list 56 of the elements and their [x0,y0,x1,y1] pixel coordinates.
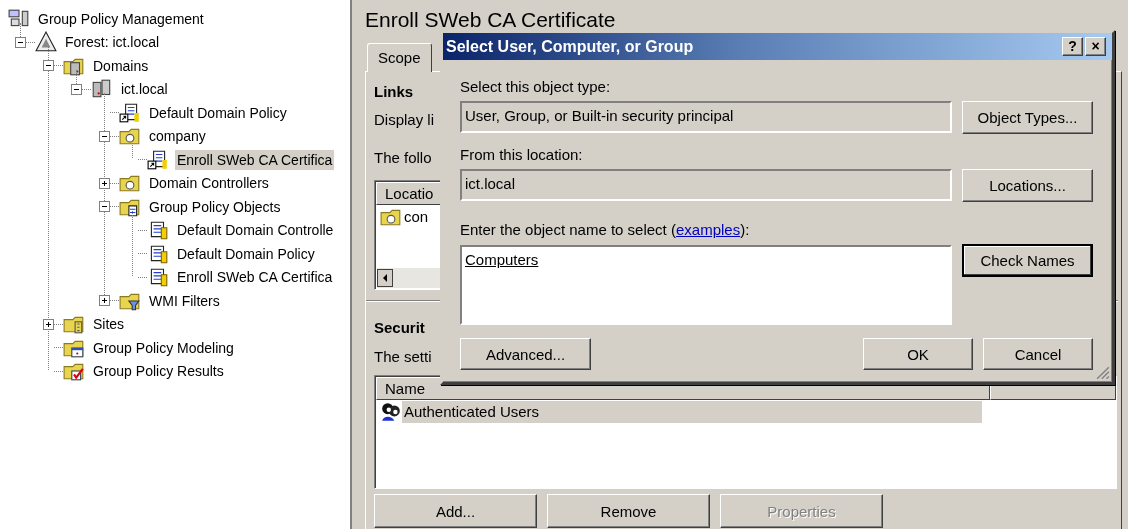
expand-toggle[interactable] [43,318,54,330]
collapse-toggle[interactable] [99,130,110,142]
users-icon [380,401,402,423]
button[interactable]: Locations... [962,169,1093,202]
tree-item[interactable]: Group Policy Results [91,361,226,382]
tree-item[interactable]: Sites [91,314,127,335]
button[interactable]: Advanced... [460,338,591,370]
object-type-field[interactable]: User, Group, or Built-in security principal [460,101,952,133]
expand-toggle[interactable] [99,177,110,189]
tree-item[interactable]: WMI Filters [147,290,222,311]
location-field[interactable]: ict.local [460,169,952,201]
tree-item[interactable]: Enroll SWeb CA Certifica [175,267,335,288]
button[interactable]: Remove [547,494,710,528]
title-button[interactable]: × [1085,37,1106,56]
description-text: Display li [374,110,434,130]
title-button[interactable]: ? [1062,37,1083,56]
panel-title: Enroll SWeb CA Certificate [365,7,617,33]
button[interactable]: Object Types... [962,101,1093,134]
tree-item[interactable]: Default Domain Policy [175,243,317,264]
tab[interactable]: Scope [367,43,432,72]
tree-item[interactable]: company [147,126,208,147]
collapse-toggle[interactable] [43,60,54,72]
scroll-shortcut-icon [147,148,169,171]
prompt-text: Enter the object name to select (examples): [460,220,751,240]
list-item[interactable]: con [402,206,431,228]
scroll-left-button[interactable] [377,268,393,288]
tree-item[interactable]: Default Domain Policy [147,102,289,123]
button[interactable]: Add... [374,494,537,528]
tree-item[interactable]: Domains [91,55,151,76]
tree-item[interactable]: Default Domain Controlle [175,220,336,241]
scroll-shortcut-icon [119,101,141,124]
tree-item[interactable]: Domain Controllers [147,173,271,194]
examples-link[interactable]: examples [675,221,741,238]
expand-toggle[interactable] [99,295,110,307]
tree-item[interactable]: Enroll SWeb CA Certifica [175,149,335,170]
description-text: The setti [374,347,432,367]
section-heading: Links [374,82,414,102]
tree-item[interactable]: ict.local [119,79,170,100]
resize-grip-icon[interactable] [1096,366,1110,380]
list-label: The follo [374,148,432,168]
list-item[interactable]: Authenticated Users [402,401,982,423]
object-names-field[interactable]: Computers [460,245,952,325]
collapse-toggle[interactable] [99,201,110,213]
tree-item[interactable]: Group Policy Modeling [91,337,236,358]
tree-item[interactable]: Forest: ict.local [63,32,162,53]
button[interactable]: Check Names [962,244,1093,277]
button[interactable]: OK [863,338,973,370]
section-heading: Securit [374,318,425,338]
collapse-toggle[interactable] [15,36,26,48]
tree-item[interactable]: Group Policy Management [36,8,206,29]
field-label: From this location: [460,145,584,165]
field-label: Select this object type: [460,77,612,97]
dialog-title: Select User, Computer, or Group [446,37,694,56]
collapse-toggle[interactable] [71,83,82,95]
tree-item[interactable]: Group Policy Objects [147,196,283,217]
button[interactable]: Cancel [983,338,1093,370]
